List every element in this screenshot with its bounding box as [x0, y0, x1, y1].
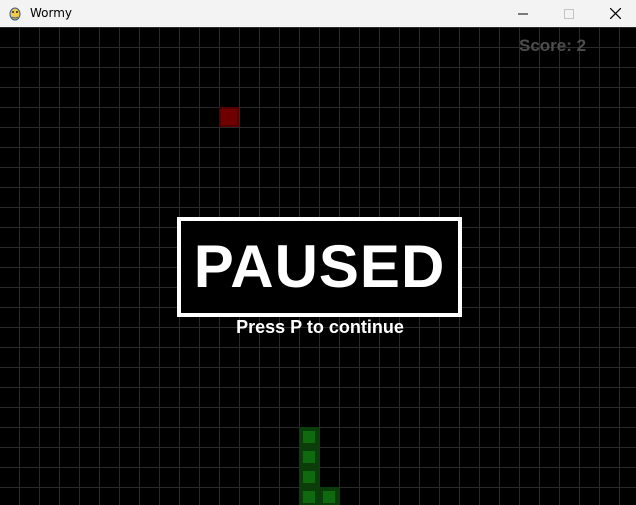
worm-segment [299, 467, 319, 487]
window-title: Wormy [30, 6, 73, 20]
paused-banner: PAUSED [177, 217, 462, 317]
minimize-button[interactable] [500, 0, 546, 27]
maximize-icon [564, 8, 574, 19]
maximize-button[interactable] [546, 0, 592, 27]
score-label: Score: 2 [519, 36, 587, 55]
paused-title: PAUSED [193, 233, 446, 300]
close-icon [609, 8, 621, 19]
worm-segment [299, 447, 319, 467]
game-window: Wormy Score: 2 PAUSED Press P to continu… [0, 0, 636, 505]
apple [219, 107, 239, 127]
worm-segment [299, 487, 319, 505]
game-board[interactable]: Score: 2 PAUSED Press P to continue [0, 27, 636, 505]
title-bar[interactable]: Wormy [0, 0, 636, 27]
minimize-icon [518, 13, 528, 14]
continue-hint: Press P to continue [236, 317, 404, 337]
pygame-snake-icon [9, 7, 21, 21]
worm-head [319, 487, 339, 505]
worm-segment [299, 427, 319, 447]
close-button[interactable] [592, 0, 636, 27]
